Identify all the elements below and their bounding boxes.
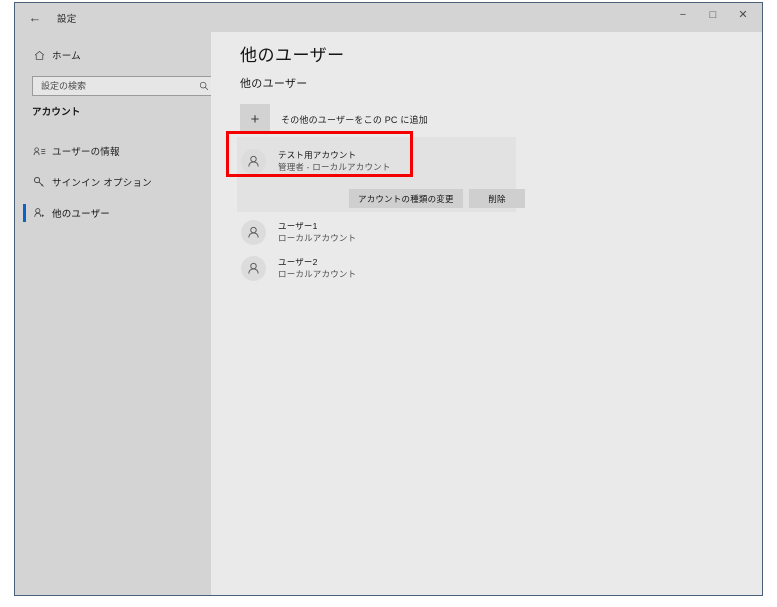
sidebar-item-label-user-info: ユーザーの情報 bbox=[52, 147, 120, 158]
search-input[interactable] bbox=[33, 81, 194, 91]
selected-account-card[interactable]: テスト用アカウント 管理者 - ローカルアカウント bbox=[237, 137, 516, 185]
back-arrow-glyph: ← bbox=[28, 10, 42, 25]
person-add-icon bbox=[26, 207, 52, 219]
account-text: ユーザー1 ローカルアカウント bbox=[278, 220, 356, 244]
account-detail: ローカルアカウント bbox=[278, 269, 357, 279]
search-box[interactable] bbox=[32, 76, 215, 96]
close-button[interactable]: ✕ bbox=[728, 3, 758, 27]
sidebar-item-other-users[interactable]: 他のユーザー bbox=[15, 200, 211, 226]
person-icon bbox=[241, 219, 266, 245]
settings-window: ← 設定 − □ ✕ ホーム 設定の検索 アカウント ユーザーの情報 サインイン… bbox=[14, 2, 763, 596]
window-title: 設定 bbox=[57, 13, 77, 25]
person-icon bbox=[241, 148, 266, 174]
home-icon bbox=[26, 50, 52, 61]
account-name: ユーザー1 bbox=[278, 221, 318, 231]
key-icon bbox=[26, 176, 52, 188]
selected-account-row[interactable]: テスト用アカウント 管理者 - ローカルアカウント bbox=[241, 137, 391, 185]
maximize-button[interactable]: □ bbox=[698, 3, 728, 27]
title-bar: ← 設定 − □ ✕ bbox=[15, 3, 762, 32]
account-name: ユーザー2 bbox=[278, 257, 318, 267]
sidebar-item-user-info[interactable]: ユーザーの情報 bbox=[15, 138, 211, 164]
sidebar: ホーム アカウント bbox=[15, 32, 215, 595]
sidebar-item-label-other-users: 他のユーザー bbox=[52, 209, 111, 220]
remove-account-button[interactable]: 削除 bbox=[469, 189, 525, 208]
sidebar-category-title: アカウント bbox=[32, 107, 81, 118]
account-text: ユーザー2 ローカルアカウント bbox=[278, 256, 356, 280]
account-actions-bar: アカウントの種類の変更 削除 bbox=[237, 185, 525, 212]
section-title: 他のユーザー bbox=[240, 78, 308, 90]
close-icon: ✕ bbox=[738, 8, 748, 21]
account-detail: ローカルアカウント bbox=[278, 233, 357, 243]
selection-indicator bbox=[23, 204, 26, 222]
list-item[interactable]: ユーザー2 ローカルアカウント bbox=[241, 253, 356, 283]
selected-account-name: テスト用アカウント bbox=[278, 150, 357, 160]
sidebar-item-signin-options[interactable]: サインイン オプション bbox=[15, 169, 211, 195]
back-arrow-icon[interactable]: ← bbox=[21, 5, 49, 30]
maximize-icon: □ bbox=[709, 8, 717, 21]
page-title: 他のユーザー bbox=[240, 46, 345, 65]
screenshot-root: ← 設定 − □ ✕ ホーム 設定の検索 アカウント ユーザーの情報 サインイン… bbox=[0, 0, 777, 607]
list-item[interactable]: ユーザー1 ローカルアカウント bbox=[241, 217, 356, 247]
minimize-icon: − bbox=[679, 8, 687, 21]
minimize-button[interactable]: − bbox=[668, 3, 698, 27]
add-user-button[interactable]: + その他のユーザーをこの PC に追加 bbox=[240, 104, 428, 134]
user-info-icon bbox=[26, 146, 52, 157]
sidebar-item-home[interactable]: ホーム bbox=[15, 42, 211, 68]
change-account-type-button[interactable]: アカウントの種類の変更 bbox=[349, 189, 463, 208]
selected-account-detail: 管理者 - ローカルアカウント bbox=[278, 162, 391, 172]
sidebar-item-label-home: ホーム bbox=[52, 51, 81, 62]
plus-icon: + bbox=[240, 104, 270, 134]
person-icon bbox=[241, 255, 266, 281]
selected-account-text: テスト用アカウント 管理者 - ローカルアカウント bbox=[278, 149, 391, 173]
sidebar-item-label-signin-options: サインイン オプション bbox=[52, 178, 152, 189]
add-user-label: その他のユーザーをこの PC に追加 bbox=[281, 114, 428, 125]
content-area: 他のユーザー 他のユーザー + その他のユーザーをこの PC に追加 テスト用ア… bbox=[211, 32, 762, 595]
